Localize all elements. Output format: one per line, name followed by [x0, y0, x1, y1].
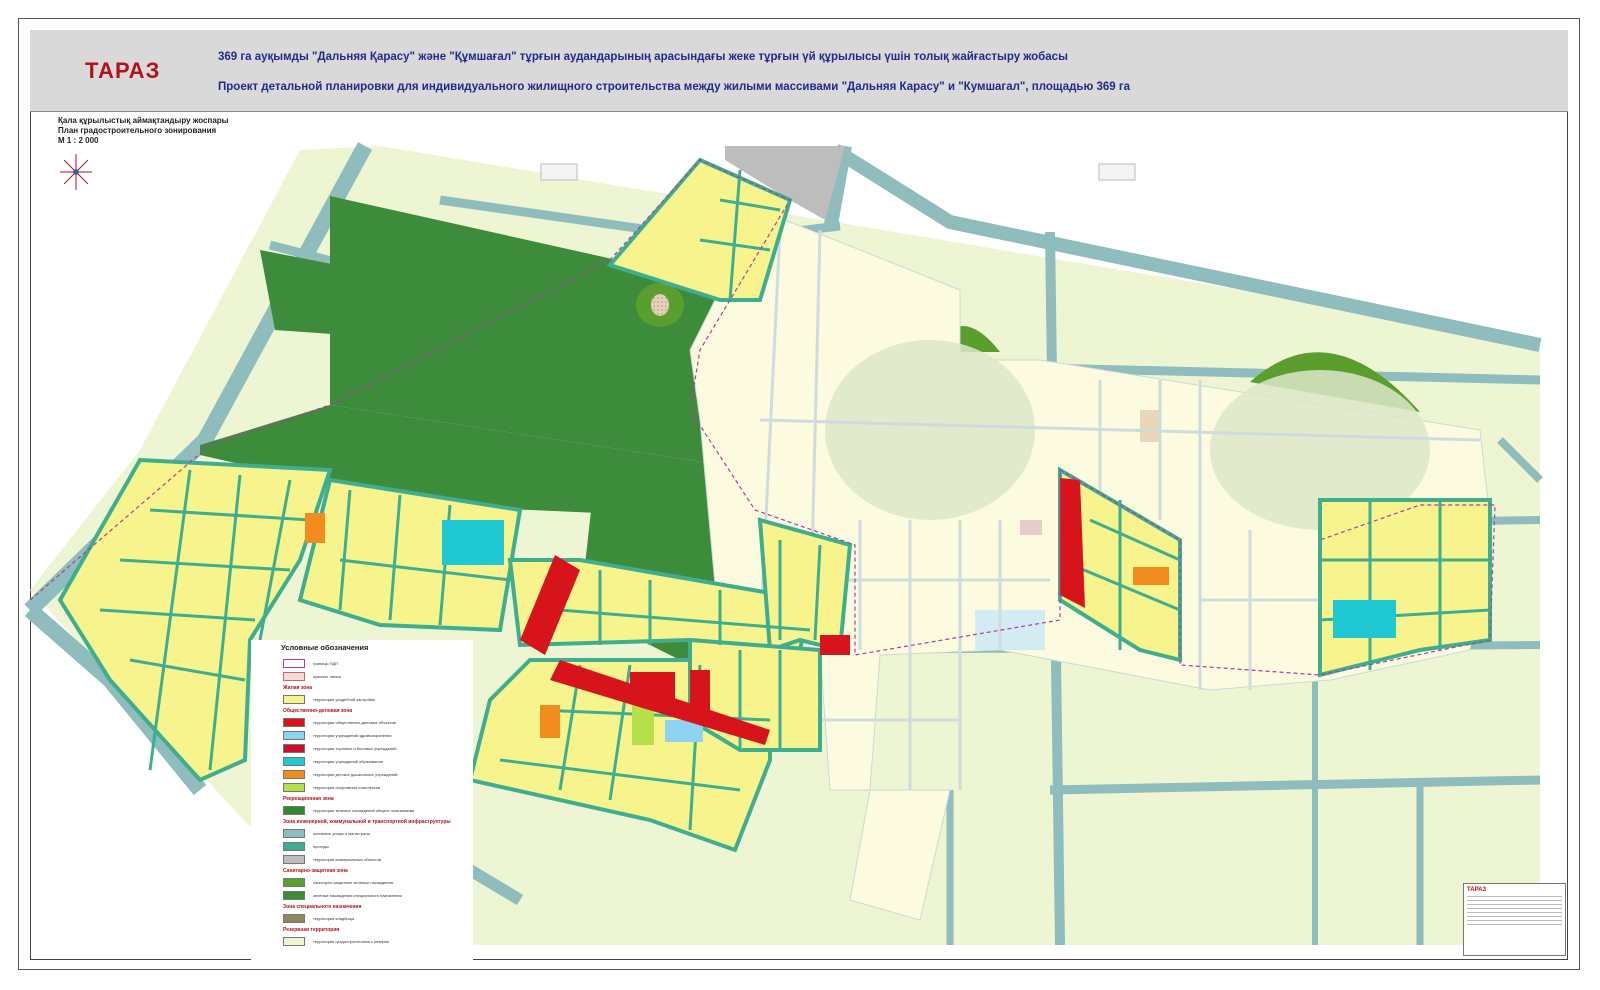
legend-item: территории градостроительного резерва	[283, 935, 467, 948]
legend-title: Условные обозначения	[281, 643, 369, 652]
legend-item: территории учреждений образования	[283, 755, 467, 768]
legend-section: Рекреационная зона	[283, 796, 334, 802]
legend-item: зеленые насаждения специального назначен…	[283, 889, 467, 902]
legend-item: основные улицы и магистрали	[283, 827, 467, 840]
sport-plot	[632, 705, 654, 745]
legend-item: территории спортивных комплексов	[283, 781, 467, 794]
kindergarten-plot-1	[305, 513, 325, 543]
legend-section: Жилая зона	[283, 685, 313, 691]
kindergarten-plot-2	[540, 705, 560, 738]
legend-item: территории усадебной застройки	[283, 693, 467, 706]
legend-section: Зона специального назначения	[283, 904, 362, 910]
legend-item: красные линии	[283, 670, 467, 683]
legend-item: территории учреждений здравоохранения	[283, 729, 467, 742]
legend-item: территории зеленых насаждений общего пол…	[283, 804, 467, 817]
legend-item: территории торговых и бытовых учреждений	[283, 742, 467, 755]
legend-section: Зона инженерной, коммунальной и транспор…	[283, 819, 451, 825]
legend-item: территории детских дошкольных учреждений	[283, 768, 467, 781]
stamp-city: ТАРАЗ	[1467, 887, 1487, 893]
legend-section: Резервная территория	[283, 927, 340, 933]
legend-item: территория кладбища	[283, 912, 467, 925]
legend-item: проезды	[283, 840, 467, 853]
map-legend: Условные обозначения границы ПДП красные…	[251, 640, 473, 960]
school-plot-2	[1333, 600, 1396, 638]
legend-item: границы ПДП	[283, 657, 467, 670]
legend-item: территории коммунальных объектов	[283, 853, 467, 866]
legend-item: территории общественно-деловых объектов	[283, 716, 467, 729]
school-plot-1	[442, 520, 504, 565]
title-block-stamp: ТАРАЗ	[1463, 883, 1566, 956]
legend-section: Санитарно-защитная зона	[283, 868, 348, 874]
cemetery-plot	[651, 294, 669, 316]
legend-section: Общественно-деловая зона	[283, 708, 353, 714]
zoning-map	[24, 142, 1543, 946]
kindergarten-plot-3	[1133, 567, 1169, 585]
compass-rose-icon	[60, 154, 92, 190]
legend-item: санитарно-защитные зеленые насаждения	[283, 876, 467, 889]
